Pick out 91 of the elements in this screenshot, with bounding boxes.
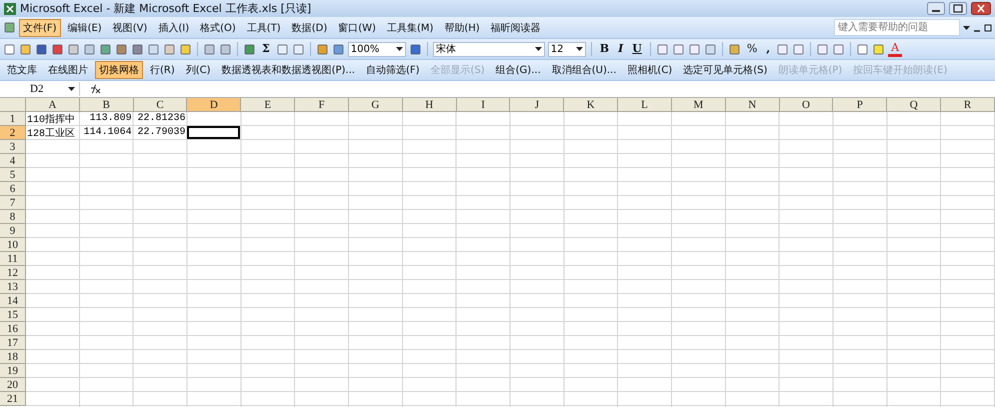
- dropdown-caret-icon[interactable]: [534, 47, 542, 51]
- row-header[interactable]: 1: [0, 112, 26, 126]
- table-cell-text: 22.81236: [136, 112, 186, 125]
- row-header[interactable]: 4: [0, 154, 26, 168]
- column-header[interactable]: O: [780, 98, 834, 112]
- table-cell-text: 114.1064: [82, 126, 133, 139]
- underline-button[interactable]: U: [629, 43, 645, 55]
- row-header[interactable]: 2: [0, 126, 26, 140]
- font-size-dropdown[interactable]: 12: [548, 42, 586, 56]
- menu-item[interactable]: 格式(O): [196, 18, 240, 36]
- toolbar-button[interactable]: 自动筛选(F): [362, 61, 424, 79]
- toolbar-button[interactable]: 范文库: [3, 61, 41, 79]
- menu-item[interactable]: 视图(V): [108, 18, 152, 36]
- restore-icon[interactable]: [984, 22, 992, 32]
- toolbar-button[interactable]: 照相机(C): [623, 61, 676, 79]
- close-icon[interactable]: [971, 2, 991, 15]
- menu-item[interactable]: 数据(D): [288, 18, 332, 36]
- toolbar-button[interactable]: 选定可见单元格(S): [679, 61, 772, 79]
- table-cell-text: 128工业区: [26, 126, 76, 139]
- comma-button[interactable]: ,: [763, 43, 774, 55]
- column-header[interactable]: N: [726, 98, 780, 112]
- zoom-dropdown[interactable]: 100%: [348, 42, 406, 56]
- row-header[interactable]: 17: [0, 336, 26, 350]
- row-header[interactable]: 5: [0, 168, 26, 182]
- column-header[interactable]: R: [941, 98, 995, 112]
- menu-item[interactable]: 窗口(W): [334, 18, 380, 36]
- row-header[interactable]: 13: [0, 280, 26, 294]
- dropdown-caret-icon[interactable]: [396, 47, 403, 51]
- toolbar-button[interactable]: 行(R): [146, 61, 179, 79]
- column-header[interactable]: K: [564, 98, 618, 112]
- table-cell-text: 22.79039: [136, 126, 186, 139]
- row-header[interactable]: 6: [0, 182, 26, 196]
- row-header[interactable]: 16: [0, 322, 26, 336]
- name-box[interactable]: D2: [0, 82, 80, 96]
- row-header[interactable]: 19: [0, 364, 26, 378]
- toolbar-button[interactable]: 数据透视表和数据透视图(P)...: [218, 61, 359, 79]
- menu-item[interactable]: 福昕阅读器: [486, 18, 545, 36]
- excel-logo-icon: [4, 2, 16, 14]
- column-header[interactable]: B: [80, 98, 134, 112]
- toolbar-button[interactable]: 组合(G)...: [492, 61, 545, 79]
- row-header[interactable]: 15: [0, 308, 26, 322]
- dropdown-caret-icon[interactable]: [68, 87, 75, 91]
- column-header[interactable]: J: [510, 98, 564, 112]
- row-header[interactable]: 14: [0, 294, 26, 308]
- percent-button[interactable]: %: [744, 43, 760, 55]
- table-cell-text: 110指挥中: [26, 112, 76, 125]
- dropdown-caret-icon[interactable]: [963, 26, 970, 30]
- menu-item[interactable]: 帮助(H): [440, 18, 484, 36]
- column-header[interactable]: P: [833, 98, 888, 112]
- row-header[interactable]: 9: [0, 224, 26, 238]
- column-header[interactable]: I: [456, 98, 510, 112]
- row-header[interactable]: 18: [0, 350, 26, 364]
- menu-item[interactable]: 插入(I): [154, 18, 194, 36]
- toolbar-button[interactable]: 在线图片: [44, 61, 92, 79]
- column-header[interactable]: H: [402, 98, 457, 112]
- restore-icon[interactable]: [949, 2, 967, 15]
- row-header[interactable]: 10: [0, 238, 26, 252]
- column-header[interactable]: G: [348, 98, 403, 112]
- row-header[interactable]: 21: [0, 392, 26, 406]
- column-header[interactable]: D: [187, 98, 242, 112]
- menu-item[interactable]: 文件(F): [19, 18, 61, 36]
- column-header[interactable]: C: [134, 98, 188, 112]
- row-header[interactable]: 8: [0, 210, 26, 224]
- row-header[interactable]: 12: [0, 266, 26, 280]
- menu-item[interactable]: 工具(T): [242, 18, 285, 36]
- dropdown-caret-icon[interactable]: [576, 47, 583, 51]
- row-header[interactable]: 3: [0, 140, 26, 154]
- column-header[interactable]: M: [672, 98, 726, 112]
- column-header[interactable]: Q: [887, 98, 942, 112]
- toolbar-button[interactable]: 切换网格: [95, 61, 143, 79]
- menu-item[interactable]: 编辑(E): [64, 18, 106, 36]
- toolbar-button[interactable]: 列(C): [182, 61, 215, 79]
- minimize-icon[interactable]: [927, 2, 945, 15]
- menu-item[interactable]: 工具集(M): [382, 18, 438, 36]
- window-title: Microsoft Excel - 新建 Microsoft Excel 工作表.xls [只读]: [20, 1, 312, 16]
- column-header[interactable]: F: [295, 98, 349, 112]
- column-header[interactable]: L: [618, 98, 672, 112]
- autosum-button[interactable]: Σ: [259, 43, 273, 55]
- font-color-button[interactable]: A: [888, 42, 902, 56]
- help-search-field[interactable]: 键入需要帮助的问题: [834, 19, 960, 36]
- italic-button[interactable]: I: [615, 43, 626, 55]
- row-header[interactable]: 7: [0, 196, 26, 210]
- toolbar-button[interactable]: 取消组合(U)...: [548, 61, 620, 79]
- row-header[interactable]: 20: [0, 378, 26, 392]
- font-dropdown[interactable]: 宋体: [432, 42, 545, 56]
- bold-button[interactable]: B: [596, 43, 612, 55]
- row-header[interactable]: 11: [0, 252, 26, 266]
- column-header[interactable]: E: [241, 98, 296, 112]
- column-header[interactable]: A: [26, 98, 80, 112]
- active-cell[interactable]: [187, 126, 240, 139]
- table-cell-text: 113.809: [88, 112, 133, 125]
